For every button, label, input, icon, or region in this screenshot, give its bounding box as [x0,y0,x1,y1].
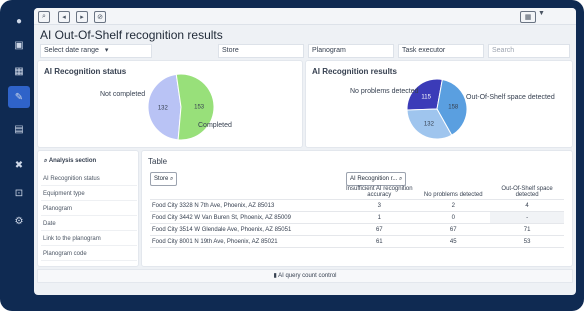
date-range-filter[interactable]: Select date range ▾ [40,44,152,58]
chevron-down-icon: ▾ [104,47,109,54]
analysis-section-panel: ⌕ Analysis section AI Recognition status… [37,150,139,267]
table-panel: Table Store ⌕ AI Recognition r... ⌕ Insu… [141,150,573,267]
toolbar: ⌕ ◂ ▸ ⊘ ▦ ▼ [34,8,576,25]
sidebar: ● ▣ ▦ ✎ ▤ ✖ ⊡ ⚙ [4,6,34,302]
clear-icon[interactable]: ⊘ [94,11,106,23]
analysis-item[interactable]: Date [41,218,137,231]
app-window: ● ▣ ▦ ✎ ▤ ✖ ⊡ ⚙ ⌕ ◂ ▸ ⊘ ▦ ▼ AI Out-Of-Sh… [0,0,584,311]
store-chip-label: Store [154,176,169,182]
search-icon: ⌕ [399,176,403,182]
value-cell: 0 [416,211,491,224]
analysis-item[interactable]: AI Recognition status [41,173,137,186]
ai-icon[interactable]: ✎ [8,86,30,108]
value-cell: 1 [342,211,417,224]
value-cell: 61 [342,235,417,248]
store-cell: Food City 8001 N 19th Ave, Phoenix, AZ 8… [150,235,343,248]
legend-completed: Completed [198,122,232,129]
back-icon[interactable]: ◂ [58,11,70,23]
search-input[interactable]: Search [488,44,570,58]
pie-value-label: 158 [448,104,459,110]
analysis-item[interactable]: Link to the planogram [41,233,137,246]
task-executor-filter[interactable]: Task executor [398,44,484,58]
selections-icon[interactable]: ⌕ [38,11,50,23]
ai-status-panel: AI Recognition status 132 153 Not complet… [37,60,303,148]
table-header-row: Insufficient AI recognition accuracy No … [150,185,564,200]
chevron-down-icon[interactable]: ▼ [538,10,545,17]
ai-chip-label: AI Recognition r... [350,176,398,182]
table-row[interactable]: Food City 3328 N 7th Ave, Phoenix, AZ 85… [150,199,564,212]
ai-query-count-bar[interactable]: ▮ AI query count control [37,269,573,283]
sheet-icon[interactable]: ▣ [8,34,30,56]
value-cell: 4 [490,199,564,212]
tools-icon[interactable]: ✖ [8,154,30,176]
value-cell: 53 [490,235,564,248]
ai-results-panel: AI Recognition results 115 158 132 No prob… [305,60,573,148]
store-cell: Food City 3328 N 7th Ave, Phoenix, AZ 85… [150,199,343,212]
table-row[interactable]: Food City 3514 W Glendale Ave, Phoenix, … [150,223,564,236]
sheet-menu-icon[interactable]: ▦ [520,11,536,23]
user-avatar-icon[interactable]: ● [8,10,30,32]
table-icon[interactable]: ▤ [8,118,30,140]
ai-column-filter[interactable]: AI Recognition r... ⌕ [346,172,407,186]
pie-value-label: 132 [424,121,435,127]
column-header[interactable]: No problems detected [416,185,491,200]
store-filter[interactable]: Store [218,44,304,58]
legend-not-completed: Not completed [100,91,146,98]
value-cell: - [490,211,564,224]
search-icon: ⌕ [170,176,174,182]
store-column-filter[interactable]: Store ⌕ [150,172,178,186]
forward-icon[interactable]: ▸ [76,11,88,23]
analysis-title-label: Analysis section [48,158,97,164]
analysis-item[interactable]: Planogram [41,203,137,216]
store-cell: Food City 3442 W Van Buren St, Phoenix, … [150,211,343,224]
legend-out-of-shelf: Out-Of-Shelf space detected [466,94,555,101]
ai-status-pie-chart: 132 153 [147,73,215,141]
table-row[interactable]: Food City 3442 W Van Buren St, Phoenix, … [150,211,564,224]
analysis-item[interactable]: Planogram code [41,248,137,261]
value-cell: 45 [416,235,491,248]
column-header[interactable]: Insufficient AI recognition accuracy [342,185,417,200]
date-range-label: Select date range [44,47,99,54]
table-row[interactable]: Food City 8001 N 19th Ave, Phoenix, AZ 8… [150,235,564,248]
grid-icon[interactable]: ▦ [8,60,30,82]
pie-value-label: 153 [194,104,205,110]
value-cell: 67 [342,223,417,236]
ai-results-pie-chart: 115 158 132 [406,78,468,140]
bounding-box-icon[interactable]: ⊡ [8,182,30,204]
page-title: AI Out-Of-Shelf recognition results [40,28,223,42]
value-cell: 67 [416,223,491,236]
value-cell: 2 [416,199,491,212]
gear-icon[interactable]: ⚙ [8,210,30,232]
analysis-title: ⌕ Analysis section [44,158,96,165]
value-cell: 71 [490,223,564,236]
store-cell: Food City 3514 W Glendale Ave, Phoenix, … [150,223,343,236]
table-title: Table [148,157,168,166]
pie-value-label: 132 [158,106,169,112]
app-content: ⌕ ◂ ▸ ⊘ ▦ ▼ AI Out-Of-Shelf recognition … [34,8,576,295]
planogram-filter[interactable]: Planogram [308,44,394,58]
legend-no-problems: No problems detected [350,88,419,95]
pie-value-label: 115 [421,95,431,101]
value-cell: 3 [342,199,417,212]
data-table: Insufficient AI recognition accuracy No … [150,185,564,248]
footer-label: AI query count control [278,273,337,279]
analysis-item[interactable]: Equipment type [41,188,137,201]
column-header[interactable]: Out-Of-Shelf space detected [490,185,564,200]
